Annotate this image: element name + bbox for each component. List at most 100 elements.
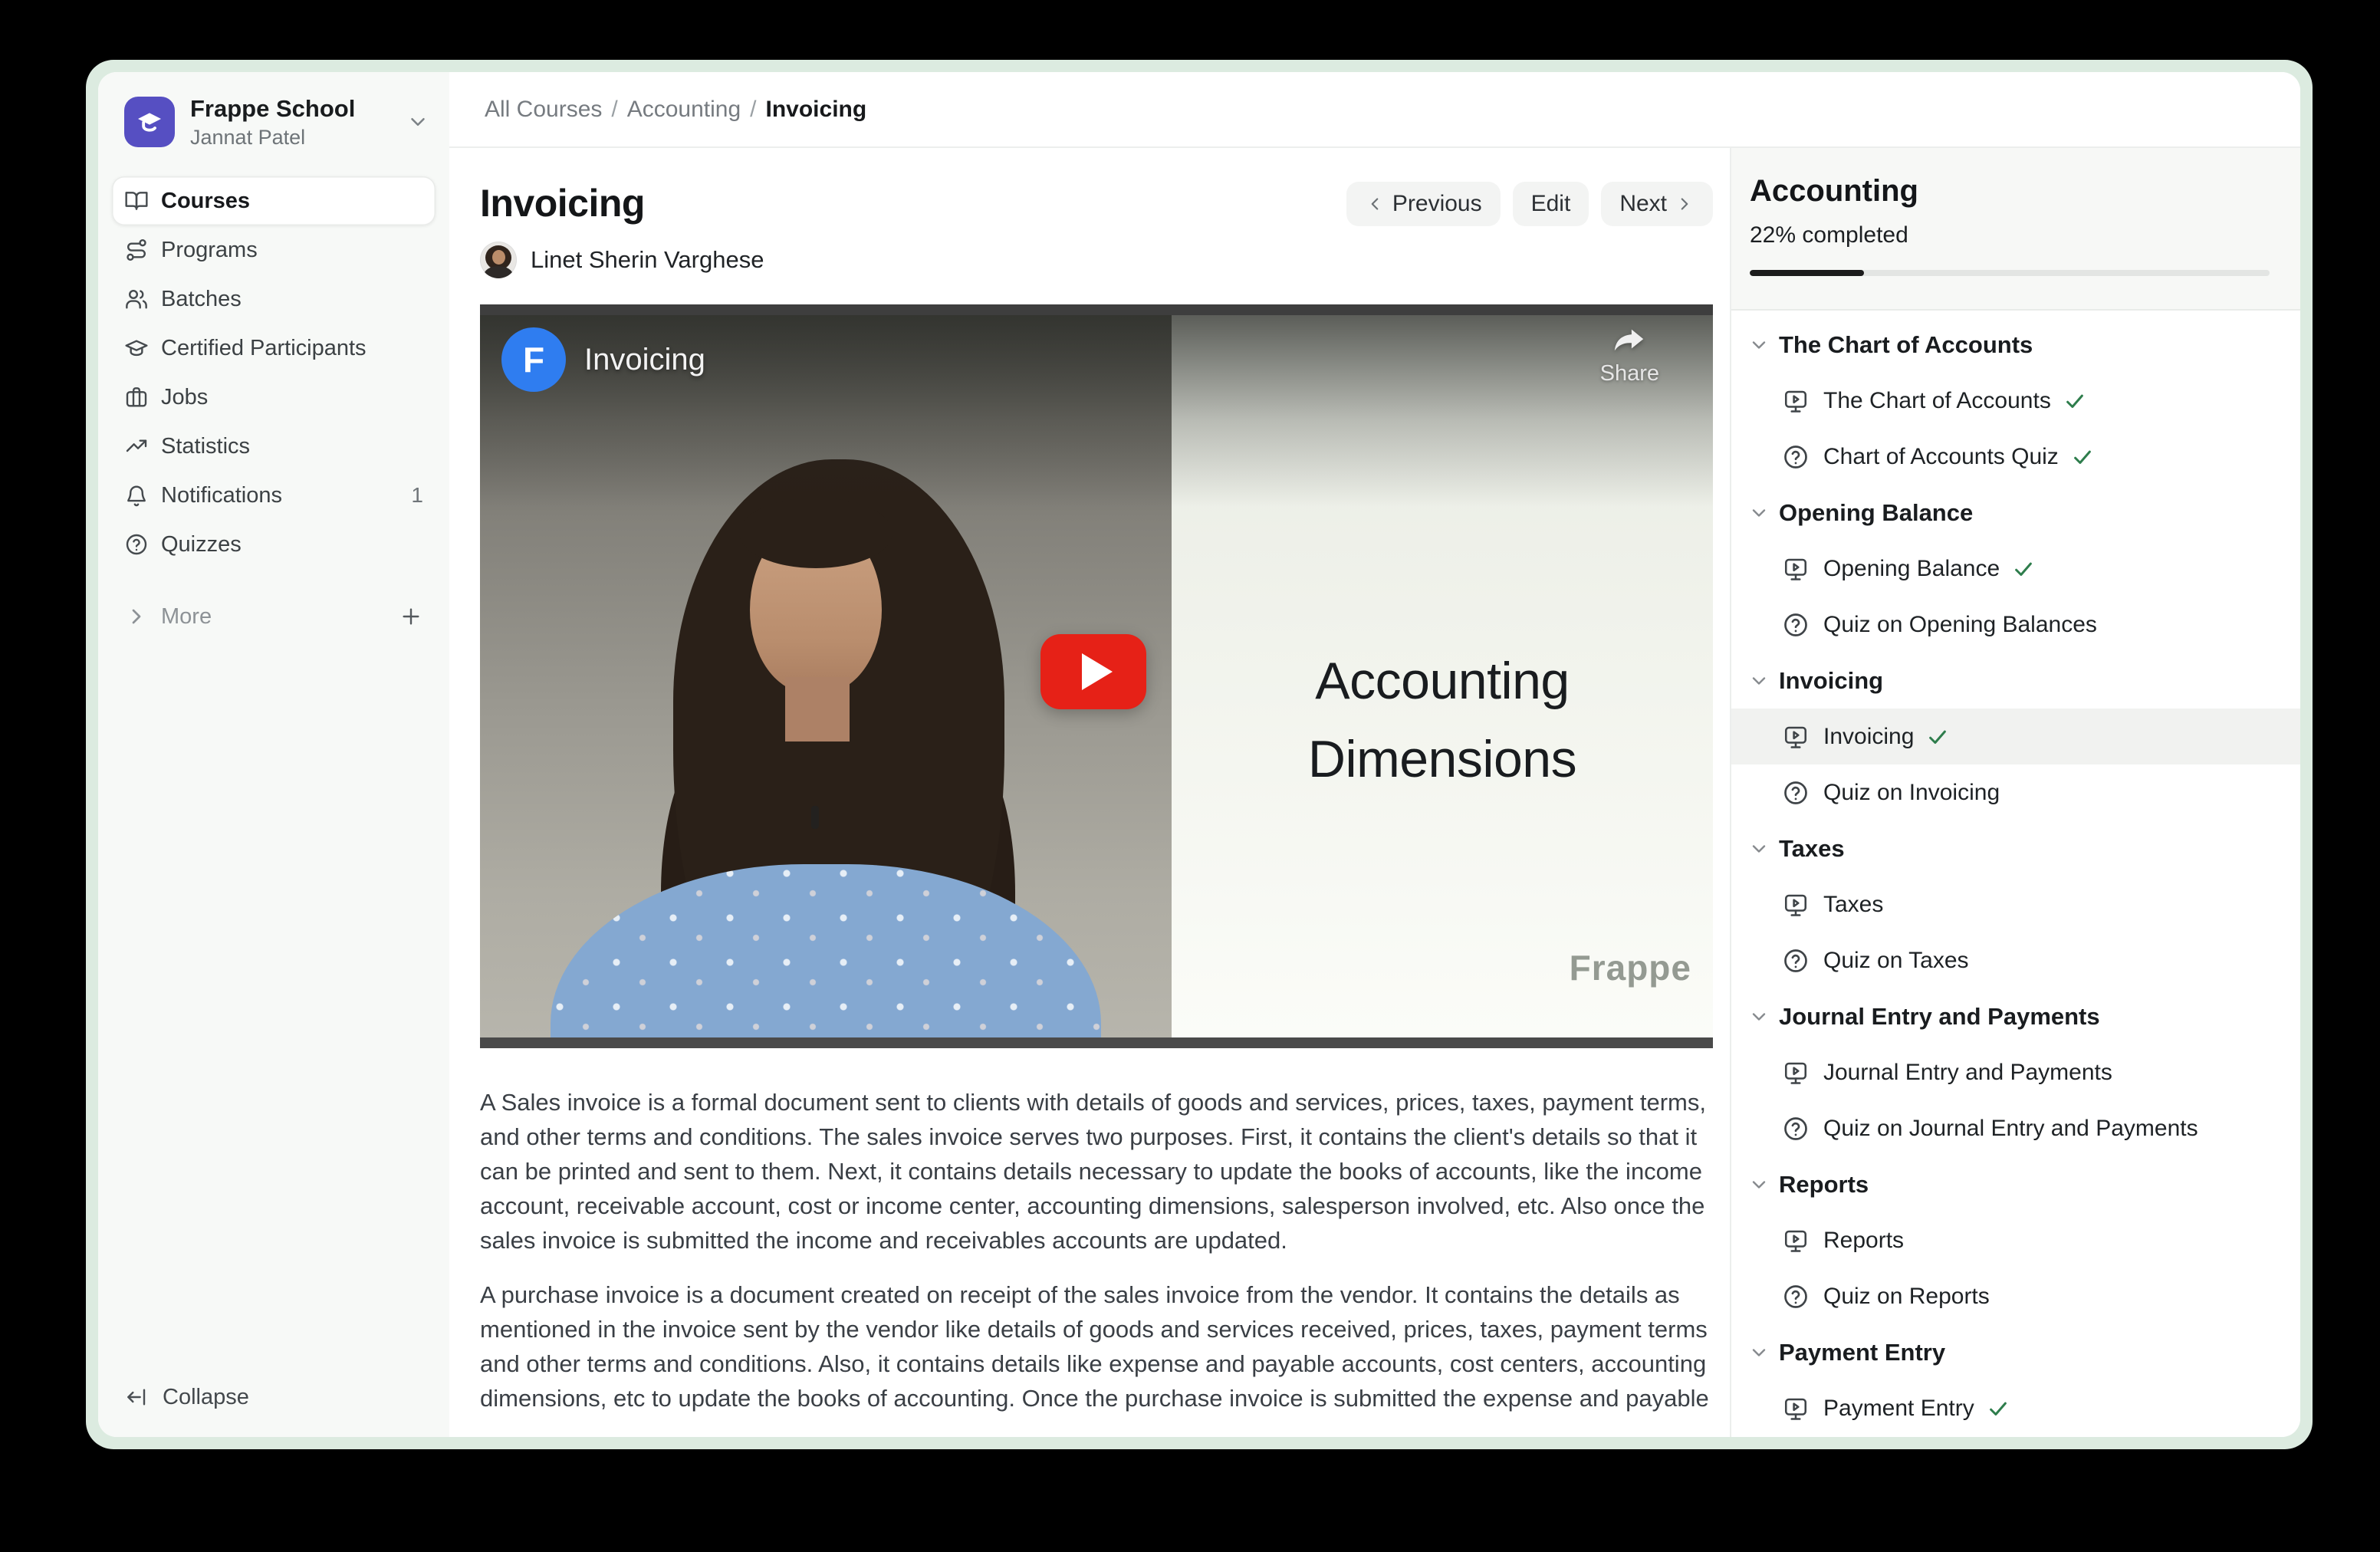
- quiz-row[interactable]: Quiz on Reports: [1731, 1268, 2300, 1324]
- next-button[interactable]: Next: [1601, 182, 1713, 226]
- workspace-switcher[interactable]: Frappe School Jannat Patel: [98, 72, 449, 149]
- help-circle-icon: [1782, 443, 1810, 471]
- monitor-play-icon: [1782, 891, 1810, 919]
- lesson-row-active[interactable]: Invoicing: [1731, 709, 2300, 764]
- monitor-play-icon: [1782, 723, 1810, 751]
- chapter-label: The Chart of Accounts: [1779, 331, 2033, 359]
- workspace-name: Frappe School: [190, 95, 355, 123]
- chapter-row[interactable]: Reports: [1731, 1156, 2300, 1212]
- chevron-down-icon: [1748, 1006, 1770, 1028]
- help-circle-icon: [1782, 947, 1810, 975]
- sidebar-item-programs[interactable]: Programs: [112, 225, 436, 275]
- youtube-play-button[interactable]: [1040, 634, 1146, 709]
- quiz-label: Chart of Accounts Quiz: [1823, 444, 2059, 470]
- author-name: Linet Sherin Varghese: [531, 246, 764, 274]
- monitor-play-icon: [1782, 1395, 1810, 1422]
- sidebar-item-label: Batches: [161, 287, 242, 312]
- previous-label: Previous: [1392, 191, 1482, 217]
- quiz-label: Quiz on Taxes: [1823, 948, 1969, 974]
- chevron-down-icon: [1748, 1342, 1770, 1363]
- lesson-title-row: Invoicing Previous Edit Nex: [480, 180, 1713, 226]
- help-circle-icon: [1782, 611, 1810, 639]
- lesson-row[interactable]: The Chart of Accounts: [1731, 373, 2300, 429]
- sidebar-item-quizzes[interactable]: Quizzes: [112, 520, 436, 569]
- app-window: Frappe School Jannat Patel Courses Progr…: [86, 60, 2313, 1449]
- page-title: Invoicing: [480, 180, 645, 226]
- lesson-row[interactable]: Taxes: [1731, 876, 2300, 932]
- chapter-row[interactable]: Invoicing: [1731, 653, 2300, 709]
- chapter-label: Taxes: [1779, 835, 1845, 863]
- breadcrumb-all-courses[interactable]: All Courses: [485, 97, 602, 123]
- presenter-art: [811, 806, 819, 829]
- lesson-row[interactable]: Journal Entry and Payments: [1731, 1044, 2300, 1100]
- collapse-label: Collapse: [163, 1385, 249, 1410]
- chevron-right-icon: [1675, 194, 1695, 214]
- sidebar-item-label: Notifications: [161, 483, 282, 508]
- quiz-row[interactable]: Quiz on Journal Entry and Payments: [1731, 1100, 2300, 1156]
- chapter-row[interactable]: The Chart of Accounts: [1731, 317, 2300, 373]
- sidebar-item-label: Quizzes: [161, 532, 242, 557]
- sidebar-item-courses[interactable]: Courses: [112, 176, 436, 225]
- course-title: Accounting: [1750, 174, 2270, 209]
- briefcase-icon: [124, 385, 149, 409]
- monitor-play-icon: [1782, 1227, 1810, 1254]
- sidebar: Frappe School Jannat Patel Courses Progr…: [98, 72, 449, 1437]
- chapter-label: Journal Entry and Payments: [1779, 1003, 2100, 1031]
- chapter-row[interactable]: Opening Balance: [1731, 485, 2300, 541]
- lesson-label: The Chart of Accounts: [1823, 388, 2051, 414]
- lesson-row[interactable]: Payment Entry: [1731, 1380, 2300, 1436]
- avatar-art: [492, 250, 505, 265]
- chapter-row[interactable]: Journal Entry and Payments: [1731, 988, 2300, 1044]
- video-title-overlay[interactable]: F Invoicing: [501, 327, 705, 392]
- sidebar-item-certified-participants[interactable]: Certified Participants: [112, 324, 436, 373]
- plus-icon[interactable]: [399, 604, 423, 629]
- previous-button[interactable]: Previous: [1346, 182, 1501, 226]
- quiz-row[interactable]: Quiz on Invoicing: [1731, 764, 2300, 820]
- sidebar-item-jobs[interactable]: Jobs: [112, 373, 436, 422]
- chapter-row[interactable]: Taxes: [1731, 820, 2300, 876]
- sidebar-item-more[interactable]: More: [112, 592, 436, 641]
- video-letterbox-top: [480, 304, 1713, 315]
- quiz-row[interactable]: Quiz on Opening Balances: [1731, 597, 2300, 653]
- slide-title-line1: Accounting: [1172, 642, 1713, 720]
- quiz-row[interactable]: Chart of Accounts Quiz: [1731, 429, 2300, 485]
- share-button[interactable]: Share: [1600, 323, 1659, 386]
- workspace-labels: Frappe School Jannat Patel: [190, 95, 355, 149]
- share-label: Share: [1600, 361, 1659, 386]
- chevron-right-icon: [124, 604, 149, 629]
- help-circle-icon: [124, 532, 149, 557]
- monitor-play-icon: [1782, 555, 1810, 583]
- chapter-row[interactable]: Payment Entry: [1731, 1324, 2300, 1380]
- sidebar-more-label: More: [161, 604, 212, 630]
- slide-title: Accounting Dimensions: [1172, 642, 1713, 798]
- sidebar-item-label: Jobs: [161, 385, 208, 410]
- graduation-cap-icon: [124, 336, 149, 360]
- sidebar-item-notifications[interactable]: Notifications 1: [112, 471, 436, 520]
- author-avatar: [480, 242, 517, 278]
- chevron-down-icon[interactable]: [406, 110, 429, 133]
- breadcrumb-separator: /: [750, 97, 756, 123]
- frappe-school-logo: [124, 97, 175, 147]
- quiz-row[interactable]: Quiz on Taxes: [1731, 932, 2300, 988]
- breadcrumb-course[interactable]: Accounting: [627, 97, 741, 123]
- sidebar-collapse-button[interactable]: Collapse: [112, 1373, 436, 1422]
- quiz-label: Quiz on Journal Entry and Payments: [1823, 1116, 2198, 1142]
- lesson-row[interactable]: Opening Balance: [1731, 541, 2300, 597]
- chevron-down-icon: [1748, 838, 1770, 860]
- frappe-watermark: Frappe: [1570, 947, 1691, 988]
- sidebar-item-batches[interactable]: Batches: [112, 275, 436, 324]
- lesson-row[interactable]: Reports: [1731, 1212, 2300, 1268]
- workspace-owner: Jannat Patel: [190, 126, 355, 149]
- edit-button[interactable]: Edit: [1513, 182, 1589, 226]
- course-outline-panel: Accounting 22% completed The Chart of Ac…: [1730, 148, 2300, 1437]
- bell-icon: [124, 483, 149, 508]
- route-icon: [124, 238, 149, 262]
- check-icon: [1926, 725, 1949, 748]
- sidebar-item-statistics[interactable]: Statistics: [112, 422, 436, 471]
- video-player[interactable]: Accounting Dimensions Frappe F Invoicing: [480, 304, 1713, 1048]
- check-icon: [1987, 1397, 2010, 1420]
- collapse-sidebar-icon: [124, 1385, 149, 1409]
- share-arrow-icon: [1609, 323, 1649, 358]
- sidebar-item-label: Programs: [161, 238, 258, 263]
- quiz-label: Quiz on Reports: [1823, 1284, 1990, 1310]
